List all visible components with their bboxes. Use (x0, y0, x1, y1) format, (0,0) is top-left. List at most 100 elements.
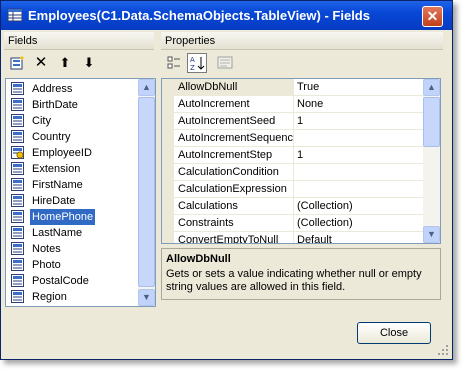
property-pages-icon[interactable] (215, 53, 235, 73)
scroll-down-icon[interactable]: ▼ (423, 226, 440, 243)
row-gutter (162, 79, 174, 95)
delete-icon[interactable]: ✕ (31, 53, 51, 73)
field-icon (11, 114, 24, 127)
field-label: PostalCode (32, 275, 89, 287)
alphabetical-icon[interactable]: AZ (187, 53, 207, 73)
categorized-icon[interactable] (164, 53, 184, 73)
field-icon (11, 258, 24, 271)
move-up-icon[interactable]: ⬆ (55, 53, 75, 73)
field-icon (11, 226, 24, 239)
field-label: Extension (32, 163, 81, 175)
property-value[interactable]: True (295, 79, 423, 95)
property-value[interactable]: Default (295, 232, 423, 243)
property-value[interactable]: (Collection) (295, 198, 423, 214)
field-label: City (32, 115, 51, 127)
property-name: Calculations (174, 198, 294, 214)
properties-toolbar: AZ (161, 52, 441, 74)
property-row[interactable]: CalculationCondition (162, 164, 424, 181)
field-label: Notes (32, 243, 61, 255)
fields-dialog: Employees(C1.Data.SchemaObjects.TableVie… (0, 0, 453, 360)
field-label: BirthDate (32, 99, 78, 111)
property-row[interactable]: ConvertEmptyToNull Default (162, 232, 424, 243)
svg-text:A: A (190, 56, 195, 64)
property-name: AutoIncrement (174, 96, 294, 112)
property-row[interactable]: AutoIncrement None (162, 96, 424, 113)
fields-header: Fields (4, 32, 154, 50)
fields-toolbar: ✕ ⬆ ⬇ (5, 52, 155, 74)
property-name: AutoIncrementStep (174, 147, 294, 163)
add-field-icon[interactable] (8, 53, 28, 73)
resize-grip-icon[interactable] (437, 344, 449, 356)
description-panel: AllowDbNull Gets or sets a value indicat… (161, 248, 441, 300)
field-icon (11, 274, 24, 287)
field-icon (11, 210, 24, 223)
field-label: Country (32, 131, 71, 143)
description-title: AllowDbNull (166, 253, 231, 265)
property-row[interactable]: AutoIncrementSeed 1 (162, 113, 424, 130)
description-text: Gets or sets a value indicating whether … (166, 268, 422, 293)
field-icon (11, 98, 24, 111)
scroll-up-icon[interactable]: ▲ (423, 79, 440, 96)
property-value[interactable]: 1 (295, 147, 423, 163)
row-gutter (162, 130, 174, 146)
property-row[interactable]: Constraints (Collection) (162, 215, 424, 232)
property-value[interactable] (295, 130, 423, 146)
title-bar[interactable]: Employees(C1.Data.SchemaObjects.TableVie… (1, 1, 452, 30)
property-name: AllowDbNull (174, 79, 294, 95)
row-gutter (162, 164, 174, 180)
property-value[interactable]: None (295, 96, 423, 112)
property-name: AutoIncrementSequenc (174, 130, 294, 146)
row-gutter (162, 113, 174, 129)
field-icon (11, 82, 24, 95)
property-row[interactable]: AllowDbNull True (162, 79, 424, 96)
svg-text:Z: Z (190, 64, 195, 71)
close-button[interactable]: Close (357, 322, 431, 344)
move-down-icon[interactable]: ⬇ (79, 53, 99, 73)
property-row[interactable]: Calculations (Collection) (162, 198, 424, 215)
property-row[interactable]: AutoIncrementSequenc (162, 130, 424, 147)
field-label: HomePhone (30, 209, 96, 225)
row-gutter (162, 96, 174, 112)
field-label: LastName (32, 227, 83, 239)
scroll-thumb[interactable] (138, 97, 155, 287)
property-name: CalculationCondition (174, 164, 294, 180)
scroll-down-icon[interactable]: ▼ (138, 289, 155, 306)
field-label: Photo (32, 259, 61, 271)
field-label: Address (32, 83, 73, 95)
property-value[interactable]: 1 (295, 113, 423, 129)
property-row[interactable]: CalculationExpression (162, 181, 424, 198)
fields-scrollbar[interactable]: ▲ ▼ (138, 79, 155, 306)
property-value[interactable] (295, 164, 423, 180)
row-gutter (162, 232, 174, 243)
properties-scrollbar[interactable]: ▲ ▼ (423, 79, 440, 243)
field-icon (11, 130, 24, 143)
field-label: Region (32, 291, 67, 303)
properties-header: Properties (161, 32, 443, 50)
property-name: Constraints (174, 215, 294, 231)
fields-list[interactable]: Address BirthDate City Country EmployeeI… (5, 78, 156, 307)
property-row[interactable]: AutoIncrementStep 1 (162, 147, 424, 164)
row-gutter (162, 215, 174, 231)
field-label: FirstName (32, 179, 83, 191)
field-icon (11, 290, 24, 303)
property-name: ConvertEmptyToNull (174, 232, 294, 243)
property-grid[interactable]: AllowDbNull True AutoIncrement None Auto… (161, 78, 441, 244)
row-gutter (162, 147, 174, 163)
row-gutter (162, 181, 174, 197)
field-icon (11, 162, 24, 175)
field-label: EmployeeID (32, 147, 92, 159)
property-value[interactable] (295, 181, 423, 197)
scroll-thumb[interactable] (423, 97, 440, 147)
property-name: AutoIncrementSeed (174, 113, 294, 129)
field-icon (11, 178, 24, 191)
field-icon (11, 242, 24, 255)
window-title: Employees(C1.Data.SchemaObjects.TableVie… (28, 8, 370, 23)
scroll-up-icon[interactable]: ▲ (138, 79, 155, 96)
row-gutter (162, 198, 174, 214)
close-icon[interactable]: ✕ (422, 6, 443, 27)
field-icon (11, 194, 24, 207)
property-value[interactable]: (Collection) (295, 215, 423, 231)
table-icon (7, 8, 23, 22)
field-label: HireDate (32, 195, 76, 207)
key-field-icon (11, 146, 24, 159)
